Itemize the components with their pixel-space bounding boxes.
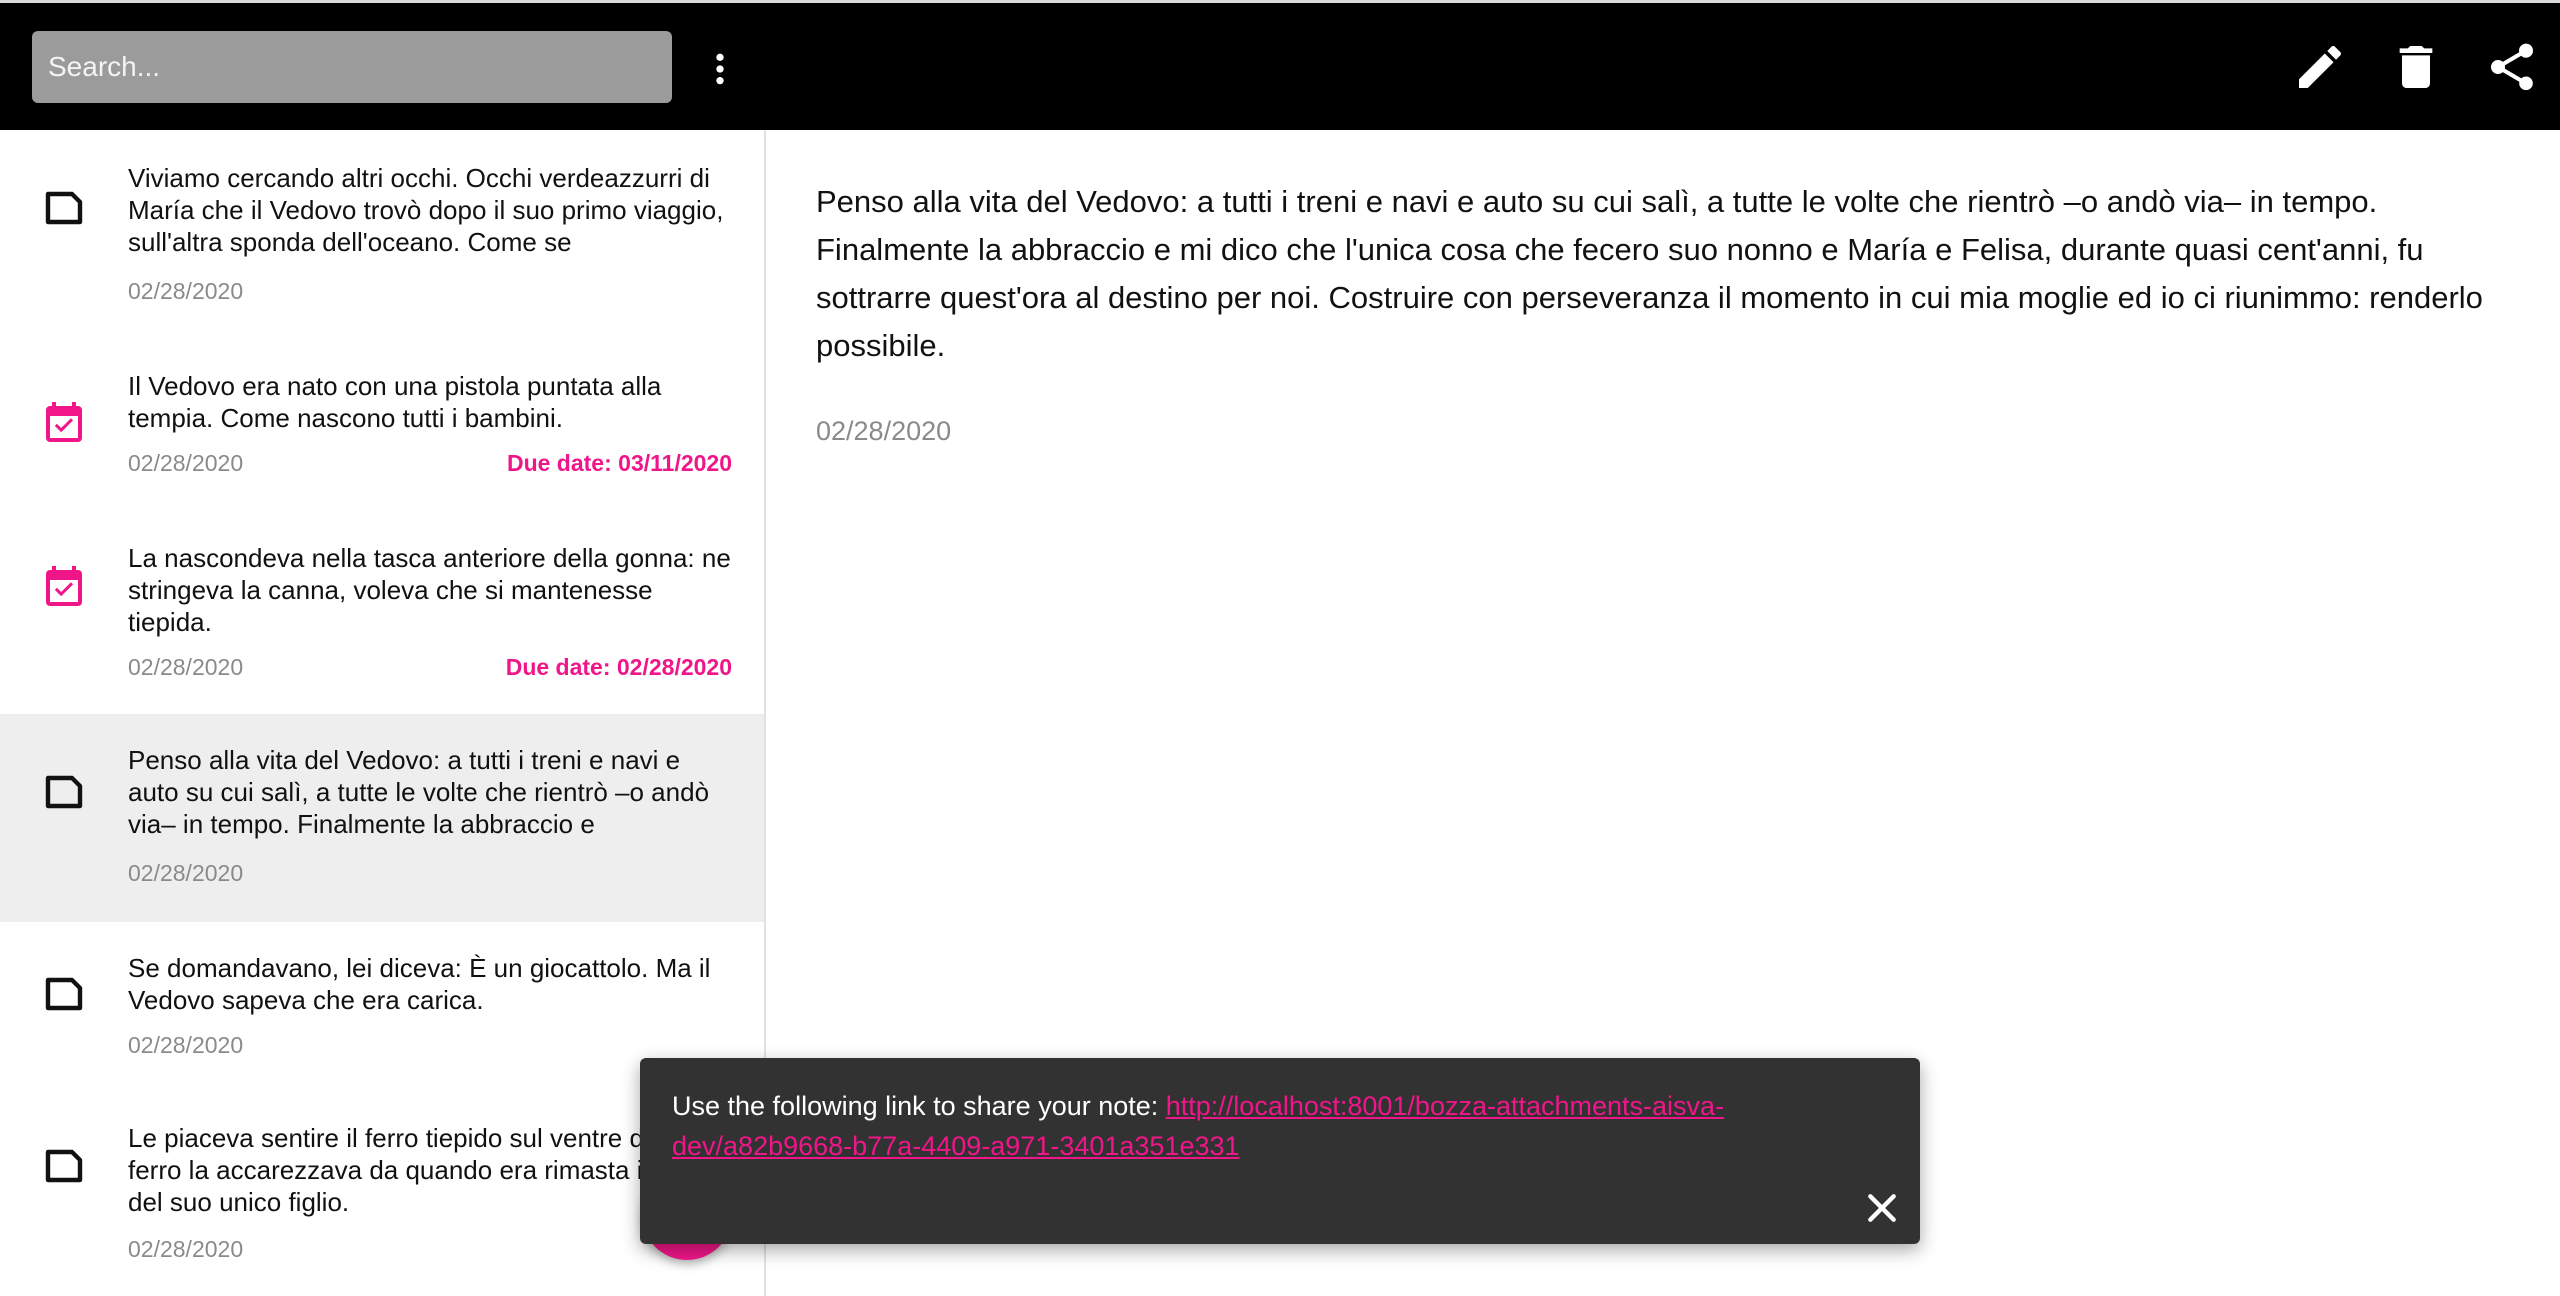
snackbar-message: Use the following link to share your not… <box>672 1086 1822 1166</box>
note-text: Il Vedovo era nato con una pistola punta… <box>128 371 662 433</box>
search-input[interactable] <box>32 31 672 103</box>
note-date: 02/28/2020 <box>128 1236 244 1262</box>
note-text: Viviamo cercando altri occhi. Occhi verd… <box>128 163 724 257</box>
app-toolbar <box>0 0 2560 130</box>
delete-icon[interactable] <box>2388 39 2444 95</box>
note-icon <box>40 970 88 1018</box>
calendar-check-icon <box>40 562 88 610</box>
note-text: La nascondeva nella tasca anteriore dell… <box>128 543 731 637</box>
share-icon[interactable] <box>2484 39 2540 95</box>
list-item-selected[interactable]: Penso alla vita del Vedovo: a tutti i tr… <box>0 714 764 922</box>
note-icon <box>40 768 88 816</box>
list-item[interactable]: La nascondeva nella tasca anteriore dell… <box>0 508 764 714</box>
note-date: 02/28/2020 <box>128 654 244 680</box>
note-date: 02/28/2020 <box>128 278 244 304</box>
calendar-check-icon <box>40 398 88 446</box>
list-item[interactable]: Il Vedovo era nato con una pistola punta… <box>0 336 764 508</box>
snackbar-text: Use the following link to share your not… <box>672 1091 1166 1121</box>
note-text: Se domandavano, lei diceva: È un giocatt… <box>128 953 711 1015</box>
close-icon[interactable] <box>1862 1188 1902 1228</box>
note-icon <box>40 1142 88 1190</box>
note-date: 02/28/2020 <box>128 860 244 886</box>
note-text: Penso alla vita del Vedovo: a tutti i tr… <box>128 745 710 839</box>
note-date: 02/28/2020 <box>128 450 244 476</box>
share-snackbar: Use the following link to share your not… <box>640 1058 1920 1244</box>
note-date: 02/28/2020 <box>128 1032 244 1058</box>
note-detail-text: Penso alla vita del Vedovo: a tutti i tr… <box>816 184 2483 363</box>
due-date: Due date: 03/11/2020 <box>506 450 732 476</box>
note-icon <box>40 184 88 232</box>
list-item[interactable]: Viviamo cercando altri occhi. Occhi verd… <box>0 130 764 336</box>
edit-icon[interactable] <box>2292 39 2348 95</box>
more-options-icon[interactable] <box>700 41 740 97</box>
due-date: Due date: 02/28/2020 <box>505 654 732 680</box>
note-detail-date: 02/28/2020 <box>816 416 952 446</box>
